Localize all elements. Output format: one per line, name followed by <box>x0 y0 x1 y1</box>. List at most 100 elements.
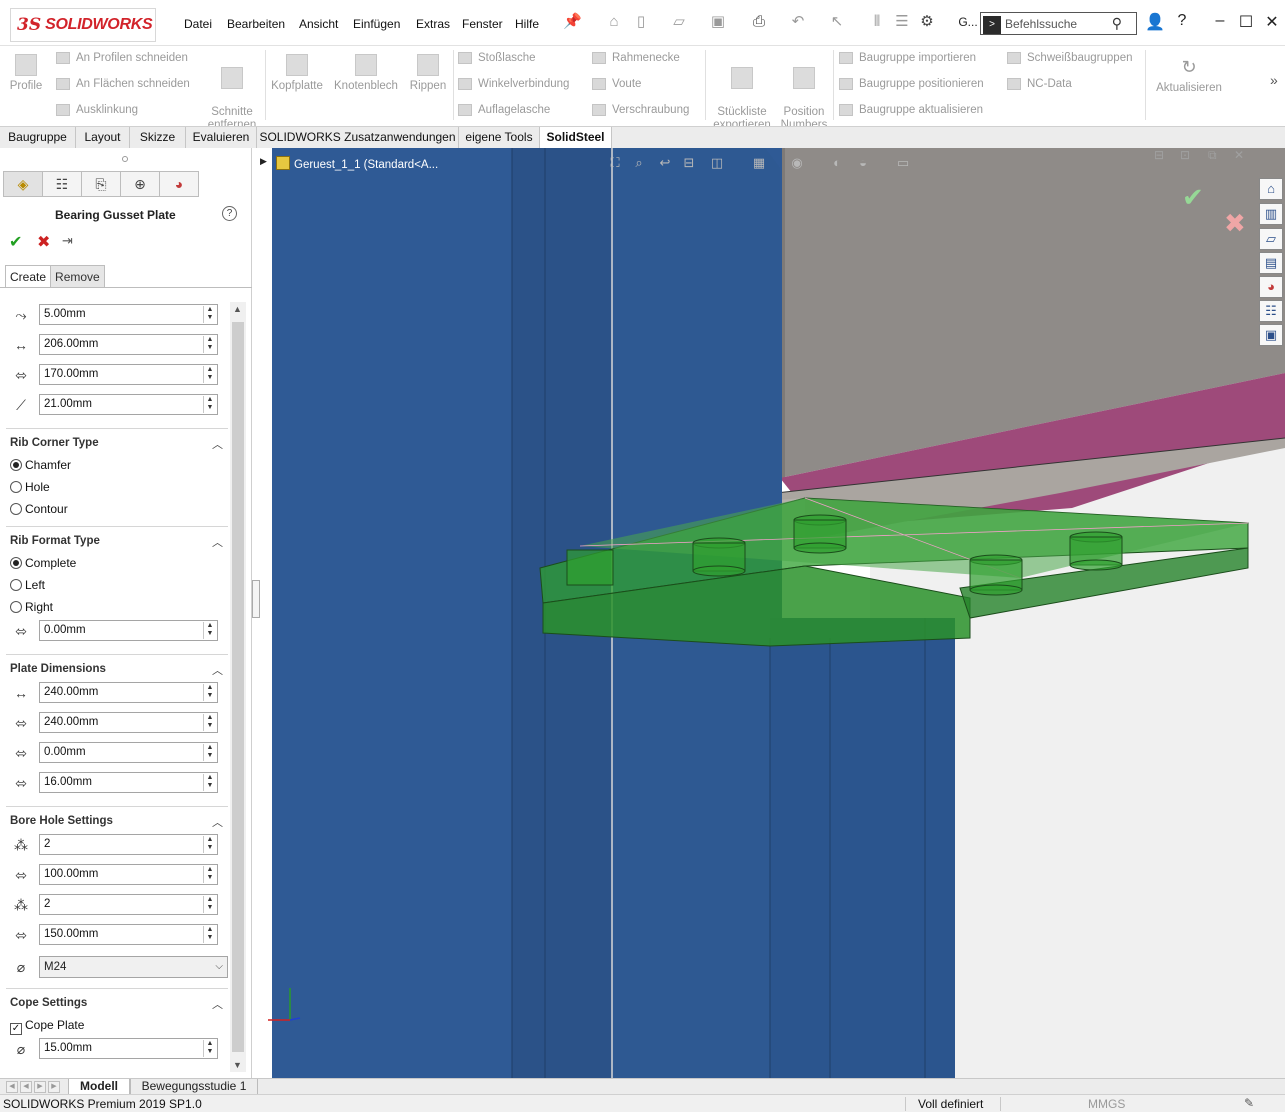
nc-data-button[interactable]: NC-Data <box>1007 78 1072 90</box>
print-icon[interactable]: ⎙ <box>750 13 768 31</box>
model-canvas[interactable] <box>260 148 1285 1078</box>
ok-checkmark-icon[interactable]: ✔ <box>9 232 22 252</box>
rib-depth-field[interactable]: 170.00mm ▲ ▼ <box>39 364 218 385</box>
notch-button[interactable]: Ausklinkung <box>56 104 138 116</box>
view-settings-icon[interactable]: ▭ <box>894 155 912 171</box>
export-bom-button[interactable]: Stückliste exportieren <box>710 54 774 132</box>
spinner-arrows-icon[interactable]: ▲ ▼ <box>203 366 216 383</box>
rib-format-offset-field[interactable]: 0.00mm ▲ ▼ <box>39 620 218 641</box>
command-search[interactable]: > Befehlssuche ⚲ <box>980 12 1137 35</box>
dimxpert-icon[interactable]: ⊕ <box>120 171 160 197</box>
tab-zusatzanwendungen[interactable]: SOLIDWORKS Zusatzanwendungen <box>257 127 459 148</box>
spinner-arrows-icon[interactable]: ▲ ▼ <box>203 714 216 731</box>
hole-spacing-2-field[interactable]: 150.00mm ▲ ▼ <box>39 924 218 945</box>
import-assembly-button[interactable]: Baugruppe importieren <box>839 52 976 64</box>
viewport-close-icon[interactable]: ✕ <box>1234 148 1244 162</box>
bolt-size-select[interactable]: M24 ⌵ <box>39 956 228 978</box>
gusset-button[interactable]: Knotenblech <box>332 54 400 93</box>
tab-layout[interactable]: Layout <box>76 127 130 148</box>
menu-bearbeiten[interactable]: Bearbeiten <box>227 17 285 31</box>
menu-fenster[interactable]: Fenster <box>462 17 503 31</box>
confirm-cancel-icon[interactable]: ✖ <box>1224 208 1246 239</box>
unit-system[interactable]: MMGS <box>1088 1097 1125 1111</box>
scroll-down-icon[interactable]: ▼ <box>233 1060 242 1070</box>
new-document-icon[interactable]: ▯ <box>632 13 650 31</box>
position-assembly-button[interactable]: Baugruppe positionieren <box>839 78 984 90</box>
tab-skizze[interactable]: Skizze <box>130 127 186 148</box>
angle-connection-button[interactable]: Winkelverbindung <box>458 78 569 90</box>
radio-contour[interactable]: Contour <box>10 502 68 516</box>
rib-width-field[interactable]: 206.00mm ▲ ▼ <box>39 334 218 355</box>
collapse-chevron-icon[interactable]: ︿ <box>212 662 223 678</box>
spinner-arrows-icon[interactable]: ▲ ▼ <box>203 896 216 913</box>
cope-value-field[interactable]: 15.00mm ▲ ▼ <box>39 1038 218 1059</box>
menu-datei[interactable]: Datei <box>184 17 212 31</box>
tab-solidsteel[interactable]: SolidSteel <box>540 127 612 148</box>
spinner-arrows-icon[interactable]: ▲ ▼ <box>203 926 216 943</box>
remove-cuts-button[interactable]: Schnitte entfernen <box>203 54 261 132</box>
spinner-arrows-icon[interactable]: ▲ ▼ <box>203 774 216 791</box>
taskpane-custom-properties-icon[interactable]: ☷ <box>1259 300 1283 322</box>
rib-chamfer-field[interactable]: 21.00mm ▲ ▼ <box>39 394 218 415</box>
spinner-arrows-icon[interactable]: ▲ ▼ <box>203 684 216 701</box>
splitter-handle[interactable] <box>252 580 260 618</box>
configuration-manager-icon[interactable]: ⎘ <box>81 171 121 197</box>
end-plate-button[interactable]: Kopfplatte <box>268 54 326 93</box>
scroll-up-icon[interactable]: ▲ <box>233 304 242 314</box>
viewport-restore-icon[interactable]: ⧉ <box>1208 148 1217 163</box>
zoom-to-fit-icon[interactable]: ⛶ <box>606 155 624 171</box>
expand-tree-chevron-icon[interactable]: ▶ <box>260 156 267 167</box>
file-properties-icon[interactable]: ☰ <box>893 13 911 31</box>
radio-hole[interactable]: Hole <box>10 480 50 494</box>
collapse-chevron-icon[interactable]: ︿ <box>212 996 223 1012</box>
spinner-arrows-icon[interactable]: ▲ ▼ <box>203 306 216 323</box>
menu-einfuegen[interactable]: Einfügen <box>353 17 400 31</box>
tab-create[interactable]: Create <box>5 265 52 288</box>
bearing-plate-button[interactable]: Auflagelasche <box>458 104 550 116</box>
spinner-arrows-icon[interactable]: ▲ ▼ <box>203 336 216 353</box>
confirm-ok-icon[interactable]: ✔ <box>1182 182 1204 213</box>
tab-remove[interactable]: Remove <box>50 265 105 288</box>
viewport-minimize-icon[interactable]: ⊡ <box>1180 148 1190 162</box>
panel-scrollbar[interactable]: ▲ ▼ <box>230 302 246 1072</box>
minimize-button[interactable]: – <box>1210 12 1230 32</box>
tab-eigene-tools[interactable]: eigene Tools <box>459 127 540 148</box>
user-account-icon[interactable]: 👤 <box>1145 12 1165 32</box>
cope-plate-checkbox[interactable]: ✓ Cope Plate <box>10 1018 84 1035</box>
spinner-arrows-icon[interactable]: ▲ ▼ <box>203 744 216 761</box>
taskpane-design-library-icon[interactable]: ▥ <box>1259 203 1283 225</box>
feature-tree-flyout[interactable]: Geruest_1_1 (Standard<A... <box>276 156 438 171</box>
spinner-arrows-icon[interactable]: ▲ ▼ <box>203 866 216 883</box>
plate-thickness-field[interactable]: 16.00mm ▲ ▼ <box>39 772 218 793</box>
tab-bewegungsstudie[interactable]: Bewegungsstudie 1 <box>130 1079 258 1095</box>
more-commands-chevron-icon[interactable]: » <box>1270 72 1278 88</box>
undo-icon[interactable]: ↶ <box>789 13 807 31</box>
panel-splitter[interactable] <box>252 148 260 1078</box>
hole-count-1-field[interactable]: 2 ▲ ▼ <box>39 834 218 855</box>
document-abbrev[interactable]: G... <box>958 13 978 31</box>
splice-plate-button[interactable]: Stoßlasche <box>458 52 536 64</box>
feature-manager-icon[interactable]: ◈ <box>3 171 43 197</box>
options-gear-icon[interactable]: ⚙ <box>918 13 936 31</box>
scrollbar-thumb[interactable] <box>232 322 244 1052</box>
tab-evaluieren[interactable]: Evaluieren <box>186 127 257 148</box>
select-cursor-icon[interactable]: ↖ <box>828 13 846 31</box>
previous-view-icon[interactable]: ↩ <box>656 155 674 171</box>
taskpane-forum-icon[interactable]: ▣ <box>1259 324 1283 346</box>
bolting-button[interactable]: Verschraubung <box>592 104 689 116</box>
save-icon[interactable]: ▣ <box>709 13 727 31</box>
position-numbers-button[interactable]: Position Numbers <box>778 54 830 132</box>
close-button[interactable]: ✕ <box>1262 12 1282 32</box>
spinner-arrows-icon[interactable]: ▲ ▼ <box>203 1040 216 1057</box>
haunch-button[interactable]: Voute <box>592 78 641 90</box>
weldments-button[interactable]: Schweißbaugruppen <box>1007 52 1133 64</box>
property-manager-icon[interactable]: ☷ <box>42 171 82 197</box>
plate-width-field[interactable]: 240.00mm ▲ ▼ <box>39 682 218 703</box>
radio-right[interactable]: Right <box>10 600 53 614</box>
home-icon[interactable]: ⌂ <box>605 13 623 31</box>
hide-show-items-icon[interactable]: ◉ <box>788 155 806 171</box>
first-tab-icon[interactable]: ◀ <box>6 1081 18 1093</box>
hole-count-2-field[interactable]: 2 ▲ ▼ <box>39 894 218 915</box>
comment-icon[interactable]: ✎ <box>1244 1096 1254 1110</box>
cancel-x-icon[interactable]: ✖ <box>37 232 50 252</box>
